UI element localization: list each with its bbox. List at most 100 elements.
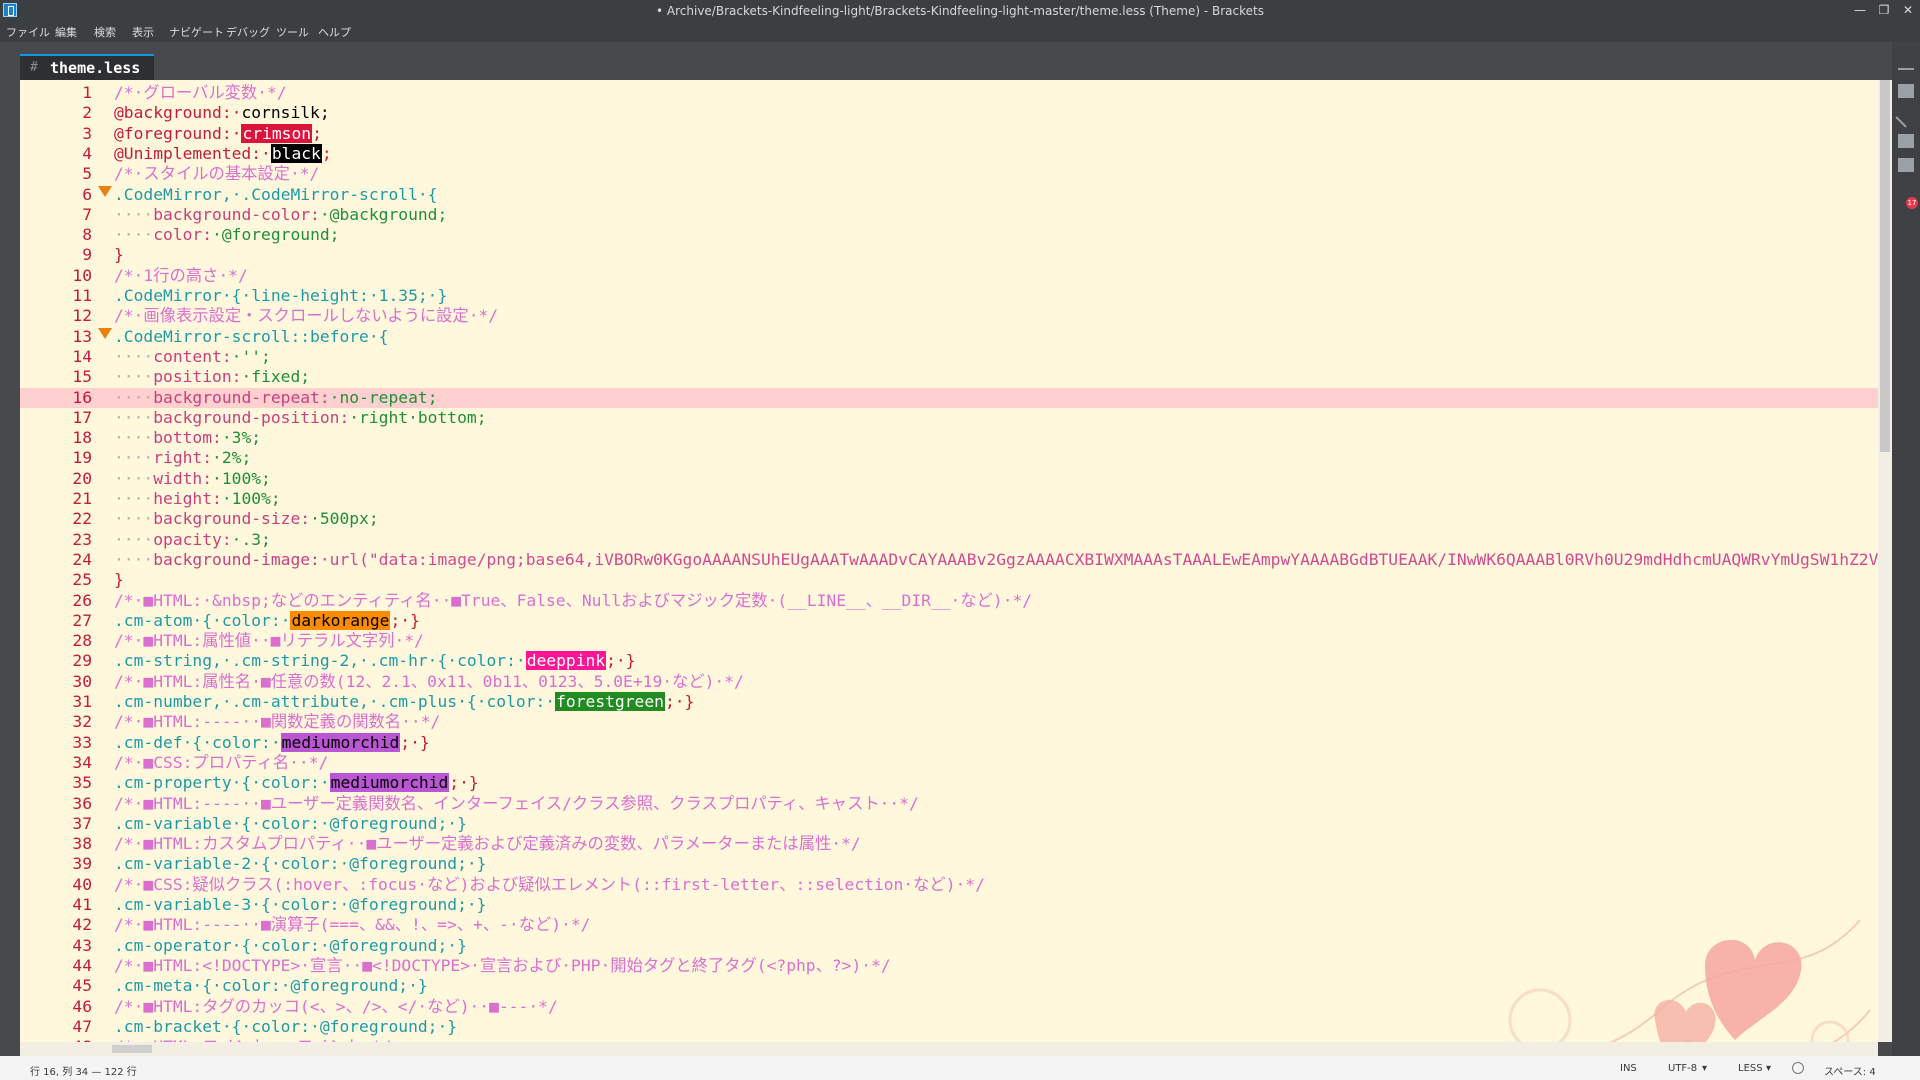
close-icon[interactable]: ✕ [1894,1,1920,19]
line-number[interactable]: 41 [20,895,92,915]
line-number[interactable]: 31 [20,692,92,712]
line-number[interactable]: 13 [20,327,92,347]
code-line[interactable]: 20 ····width:·100%; [20,469,1878,489]
line-number[interactable]: 30 [20,672,92,692]
code-line[interactable]: 23 ····opacity:·.3; [20,530,1878,550]
code-line[interactable]: 29 .cm-string,·.cm-string-2,·.cm-hr·{·col… [20,651,1878,671]
code-line[interactable]: 21 ····height:·100%; [20,489,1878,509]
code-line[interactable]: 5 /*·スタイルの基本設定·*/ [20,164,1878,184]
menu-navigate[interactable]: ナビゲート [169,24,224,40]
linter-status-icon[interactable] [1792,1062,1804,1074]
line-number[interactable]: 24 [20,550,92,570]
tab-theme-less[interactable]: # theme.less [20,54,154,80]
line-number[interactable]: 9 [20,245,92,265]
menu-find[interactable]: 検索 [94,24,116,40]
line-number[interactable]: 17 [20,408,92,428]
line-number[interactable]: 40 [20,875,92,895]
notifications-icon[interactable] [1898,158,1914,172]
encoding-select[interactable]: UTF-8 [1668,1063,1697,1074]
line-number[interactable]: 5 [20,164,92,184]
line-number[interactable]: 15 [20,367,92,387]
line-number[interactable]: 28 [20,631,92,651]
code-line[interactable]: 19 ····right:·2%; [20,448,1878,468]
code-line[interactable]: 32 /*·■HTML:----··■関数定義の関数名··*/ [20,712,1878,732]
code-line[interactable]: 10 /*·1行の高さ·*/ [20,266,1878,286]
code-line[interactable]: 2 @background:·cornsilk; [20,103,1878,123]
code-line[interactable]: 41 .cm-variable-3·{·color:·@foreground;·} [20,895,1878,915]
code-line[interactable]: 40 /*·■CSS:疑似クラス(:hover、:focus·など)および疑似エレ… [20,875,1878,895]
code-line[interactable]: 28 /*·■HTML:属性値··■リテラル文字列·*/ [20,631,1878,651]
line-number[interactable]: 4 [20,144,92,164]
code-line[interactable]: 43 .cm-operator·{·color:·@foreground;·} [20,936,1878,956]
line-number[interactable]: 16 [20,388,92,408]
code-line[interactable]: 45 .cm-meta·{·color:·@foreground;·} [20,976,1878,996]
code-line[interactable]: 42 /*·■HTML:----··■演算子(===、&&、!、=>、+、-·など… [20,915,1878,935]
menu-edit[interactable]: 編集 [55,24,77,40]
code-line[interactable]: 33 .cm-def·{·color:·mediumorchid;·} [20,732,1878,753]
fold-arrow-icon[interactable] [98,327,112,339]
line-number[interactable]: 32 [20,712,92,732]
code-line[interactable]: 25} [20,570,1878,590]
line-number[interactable]: 26 [20,591,92,611]
menu-tools[interactable]: ツール [276,24,309,40]
code-line[interactable]: 46 /*·■HTML:タグのカッコ(<、>、/>、</·など)··■---·*/ [20,997,1878,1017]
cursor-position[interactable]: 行 16, 列 34 — 122 行 [30,1063,137,1078]
code-line[interactable]: 47 .cm-bracket·{·color:·@foreground;·} [20,1017,1878,1037]
line-number[interactable]: 36 [20,794,92,814]
code-line[interactable]: 38 /*·■HTML:カスタムプロパティ··■ユーザー定義および定義済みの変数、… [20,834,1878,854]
line-number[interactable]: 14 [20,347,92,367]
line-number[interactable]: 21 [20,489,92,509]
live-preview-icon[interactable] [1898,58,1914,70]
vertical-scroll-thumb[interactable] [1880,80,1890,452]
code-line[interactable]: 17 ····background-position:·right·bottom; [20,408,1878,428]
linter-icon[interactable] [1895,106,1917,128]
code-line[interactable]: 44 /*·■HTML:<!DOCTYPE>·宣言··■<!DOCTYPE>·宣言… [20,956,1878,976]
vertical-scrollbar[interactable] [1878,80,1892,1042]
code-line[interactable]: 37 .cm-variable·{·color:·@foreground;·} [20,814,1878,834]
menu-help[interactable]: ヘルプ [318,24,351,40]
line-number[interactable]: 22 [20,509,92,529]
line-number[interactable]: 1 [20,83,92,103]
menu-file[interactable]: ファイル [6,24,50,40]
indent-setting[interactable]: スペース: 4 [1824,1063,1876,1078]
code-line[interactable]: 4 @Unimplemented:·black; [20,143,1878,164]
code-line[interactable]: 7 ····background-color:·@background; [20,205,1878,225]
line-number[interactable]: 25 [20,570,92,590]
code-line[interactable]: 18 ····bottom:·3%; [20,428,1878,448]
insert-mode[interactable]: INS [1620,1063,1637,1074]
line-number[interactable]: 47 [20,1017,92,1037]
line-number[interactable]: 42 [20,915,92,935]
line-number[interactable]: 37 [20,814,92,834]
line-number[interactable]: 23 [20,530,92,550]
line-number[interactable]: 8 [20,225,92,245]
menu-debug[interactable]: デバッグ [226,24,270,40]
code-line[interactable]: 34 /*·■CSS:プロパティ名··*/ [20,753,1878,773]
language-select[interactable]: LESS [1738,1063,1763,1074]
line-number[interactable]: 20 [20,469,92,489]
code-line[interactable]: 8 ····color:·@foreground; [20,225,1878,245]
line-number[interactable]: 46 [20,997,92,1017]
line-number[interactable]: 10 [20,266,92,286]
line-number[interactable]: 33 [20,733,92,753]
line-number[interactable]: 11 [20,286,92,306]
horizontal-scroll-thumb[interactable] [112,1045,152,1053]
extension-manager-icon[interactable] [1898,84,1914,98]
code-line[interactable]: 6 .CodeMirror,·.CodeMirror-scroll·{ [20,185,1878,205]
code-line[interactable]: 27 .cm-atom·{·color:·darkorange;·} [20,610,1878,631]
code-line[interactable]: 30 /*·■HTML:属性名·■任意の数(12、2.1、0x11、0b11、01… [20,672,1878,692]
code-line[interactable]: 13 .CodeMirror-scroll::before·{ [20,327,1878,347]
code-line[interactable]: 16 ····background-repeat:·no-repeat; [20,387,1878,408]
code-line[interactable]: 3 @foreground:·crimson; [20,123,1878,144]
line-number[interactable]: 6 [20,185,92,205]
code-line[interactable]: 31 .cm-number,·.cm-attribute,·.cm-plus·{·… [20,692,1878,712]
line-number[interactable]: 38 [20,834,92,854]
line-number[interactable]: 7 [20,205,92,225]
line-number[interactable]: 35 [20,773,92,793]
code-line[interactable]: 14 ····content:·''; [20,347,1878,367]
line-number[interactable]: 29 [20,651,92,671]
line-number[interactable]: 45 [20,976,92,996]
line-number[interactable]: 27 [20,611,92,631]
code-line[interactable]: 15 ····position:·fixed; [20,367,1878,387]
code-line[interactable]: 36 /*·■HTML:----··■ユーザー定義関数名、インターフェイス/クラス… [20,794,1878,814]
code-line[interactable]: 22 ····background-size:·500px; [20,509,1878,529]
